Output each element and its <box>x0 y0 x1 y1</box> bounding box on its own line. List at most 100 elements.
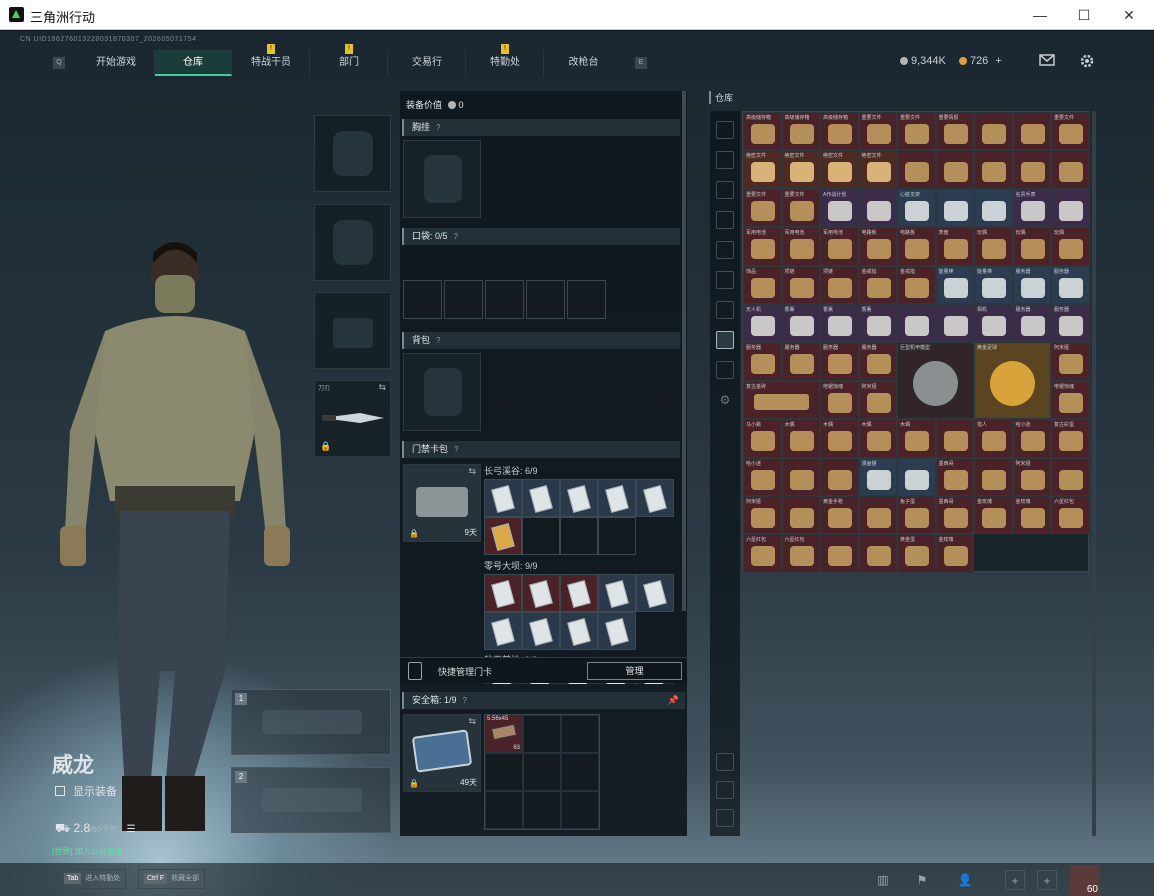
stash-item[interactable]: 绝密文件 <box>820 150 859 189</box>
keycard-item[interactable] <box>484 574 522 612</box>
tab-warehouse[interactable]: 仓库 <box>155 50 232 76</box>
stash-item[interactable] <box>897 457 936 496</box>
add-teammate-button[interactable]: + <box>1005 870 1025 890</box>
stash-item[interactable]: 墨西哥 <box>935 457 974 496</box>
keycard-case-slot[interactable]: ⇆ 🔒 9天 <box>403 464 481 542</box>
stash-item[interactable]: 阿米娅 <box>858 380 897 420</box>
stash-item[interactable]: 高级储存箱 <box>743 112 782 151</box>
stash-item[interactable]: 阿米娅 <box>743 495 782 535</box>
safebox-cell[interactable] <box>561 753 599 791</box>
stash-item[interactable]: 电锯惊魂 <box>1051 380 1090 420</box>
pocket-slot[interactable] <box>526 280 565 319</box>
close-button[interactable]: ✕ <box>1114 4 1144 26</box>
stash-item[interactable]: 金玫瑰 <box>1012 495 1051 535</box>
stash-item[interactable]: 玩偶 <box>1012 227 1051 266</box>
stash-item[interactable]: 金戒指 <box>858 265 897 304</box>
keycard-item[interactable] <box>484 479 522 517</box>
keycard-item[interactable] <box>598 612 636 650</box>
stash-item[interactable]: 无人机 <box>743 303 782 343</box>
stash-item[interactable]: 漫画猫 <box>858 457 897 496</box>
stash-item[interactable]: 服务器 <box>743 342 782 381</box>
stash-item[interactable]: 六星红包 <box>1051 495 1090 535</box>
stash-item[interactable]: 高级储存箱 <box>820 112 859 151</box>
safebox-cell[interactable] <box>485 753 523 791</box>
stash-item[interactable] <box>781 457 820 496</box>
stash-tab-5-icon[interactable] <box>716 241 734 259</box>
manage-button[interactable]: 管理 <box>587 662 682 680</box>
safebox-cell[interactable] <box>485 791 523 829</box>
stash-item[interactable]: 兔子蛋 <box>897 495 936 535</box>
stash-item[interactable]: 巨型机甲模型 <box>897 342 974 420</box>
stash-tab-6-icon[interactable] <box>716 271 734 289</box>
maximize-button[interactable]: ☐ <box>1069 4 1099 26</box>
backpack-slot[interactable] <box>403 353 481 431</box>
stash-item[interactable]: 能量棒 <box>974 265 1013 304</box>
nav-right-key[interactable]: E <box>635 57 647 69</box>
keycard-item[interactable] <box>484 517 522 555</box>
keycard-item[interactable] <box>598 574 636 612</box>
add-gold-button[interactable]: + <box>995 55 1001 67</box>
chat-channel[interactable]: [世界] 加入公会邀请... <box>52 846 129 857</box>
stash-item[interactable]: 哈小迷 <box>743 457 782 496</box>
keycard-slot[interactable] <box>598 517 636 555</box>
minimize-button[interactable]: — <box>1025 4 1055 26</box>
stash-item[interactable]: 黄金足球 <box>974 342 1051 420</box>
safebox-cell[interactable] <box>561 715 599 753</box>
stash-item[interactable]: 香薰 <box>781 303 820 343</box>
stash-item[interactable] <box>820 534 859 573</box>
stash-item[interactable]: 黄金蛋 <box>897 534 936 573</box>
stash-item[interactable]: 金玫瑰 <box>974 495 1013 535</box>
stash-item[interactable] <box>935 188 974 228</box>
keycard-item[interactable] <box>522 479 560 517</box>
stash-item[interactable]: 香薰 <box>820 303 859 343</box>
equipment-scrollbar[interactable] <box>682 91 686 611</box>
stash-item[interactable]: 黄金手枪 <box>820 495 859 535</box>
tab-operators[interactable]: ! 特战干员 <box>233 44 310 76</box>
keycard-item[interactable] <box>636 479 674 517</box>
stash-item[interactable]: 金玫瑰 <box>935 534 974 573</box>
stash-item[interactable]: 能量棒 <box>935 265 974 304</box>
stash-item[interactable]: 重要情报 <box>935 112 974 151</box>
stash-item[interactable]: 电路板 <box>858 227 897 266</box>
stash-tab-9-icon[interactable] <box>716 361 734 379</box>
stash-item[interactable]: 重要文件 <box>743 188 782 228</box>
pocket-slot[interactable] <box>403 280 442 319</box>
stash-item[interactable]: 六星红包 <box>781 534 820 573</box>
keycard-slot[interactable] <box>522 517 560 555</box>
stash-item[interactable]: 重要文件 <box>781 188 820 228</box>
stash-item[interactable] <box>820 457 859 496</box>
checkbox[interactable] <box>55 786 65 796</box>
primary-weapon-slot[interactable]: 1 <box>231 689 391 755</box>
pocket-slot[interactable] <box>567 280 606 319</box>
stash-item[interactable]: 项链 <box>781 265 820 304</box>
stats-icon[interactable]: ▥ <box>873 870 893 890</box>
safebox-cell[interactable] <box>523 753 561 791</box>
stash-item[interactable]: 项链 <box>820 265 859 304</box>
stash-item[interactable] <box>974 112 1013 151</box>
stash-item[interactable] <box>897 303 936 343</box>
safebox-slot[interactable]: ⇆ 🔒 49天 <box>403 714 481 792</box>
filter-icon[interactable] <box>716 809 734 827</box>
nav-left-key[interactable]: Q <box>53 57 65 69</box>
mail-icon[interactable] <box>1038 53 1056 69</box>
keycard-item[interactable] <box>560 574 598 612</box>
stash-item[interactable]: 绝密文件 <box>858 150 897 189</box>
stash-item[interactable] <box>781 495 820 535</box>
tab-special-ops[interactable]: ! 特勤处 <box>467 44 544 76</box>
stash-tab-3-icon[interactable] <box>716 181 734 199</box>
stash-item[interactable] <box>974 150 1013 189</box>
secondary-weapon-slot[interactable]: 2 <box>231 767 391 833</box>
stash-scrollbar[interactable] <box>1092 111 1096 836</box>
stash-item[interactable]: 服务器 <box>781 342 820 381</box>
stash-item[interactable]: 军用电池 <box>743 227 782 266</box>
stash-item[interactable]: 香薰 <box>858 303 897 343</box>
keycard-item[interactable] <box>522 574 560 612</box>
stash-tab-7-icon[interactable] <box>716 301 734 319</box>
pistol-slot[interactable] <box>314 292 391 369</box>
stash-tab-8-icon[interactable] <box>716 331 734 349</box>
stash-item[interactable]: 墨西哥 <box>935 495 974 535</box>
stash-item[interactable]: 名贵手表 <box>1012 188 1051 228</box>
tab-trade[interactable]: 交易行 <box>389 50 466 76</box>
stash-item[interactable]: 玩偶 <box>974 227 1013 266</box>
stash-item[interactable]: 服务器 <box>1051 265 1090 304</box>
